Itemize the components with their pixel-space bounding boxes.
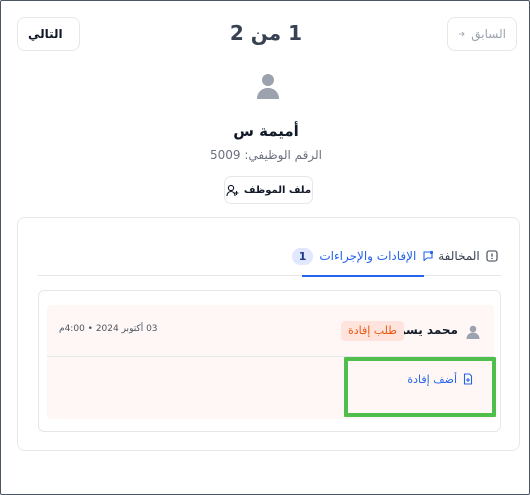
tab-violation-label: المخالفة bbox=[438, 249, 480, 263]
app-window: التالي 1 من 2 السابق أميمة س الرقم الوظي… bbox=[0, 0, 530, 495]
tab-actions-count: 1 bbox=[291, 247, 314, 265]
tab-bar: الإفادات والإجراءات 1 المخالفة bbox=[38, 236, 501, 277]
action-entry-header: محمد يسري طلب إفادة 03 أكتوبر 2024 • 4:0… bbox=[47, 305, 494, 357]
user-icon bbox=[257, 74, 279, 99]
alert-square-icon bbox=[486, 250, 498, 262]
arrow-right-icon bbox=[458, 31, 465, 37]
employee-profile-button[interactable]: ملف الموظف bbox=[224, 176, 313, 204]
chat-icon bbox=[423, 250, 434, 262]
previous-button[interactable]: السابق bbox=[447, 17, 517, 51]
tab-actions[interactable]: الإفادات والإجراءات 1 bbox=[284, 236, 442, 277]
employee-name: أميمة س bbox=[233, 122, 299, 140]
previous-label: السابق bbox=[471, 27, 506, 41]
employee-profile-label: ملف الموظف bbox=[243, 184, 312, 196]
tab-actions-label: الإفادات والإجراءات bbox=[319, 249, 417, 263]
entry-timestamp: 03 أكتوبر 2024 • 4:00م bbox=[59, 324, 158, 334]
status-badge: طلب إفادة bbox=[340, 321, 404, 341]
user-plus-icon bbox=[226, 184, 239, 196]
employee-id: الرقم الوظيفي: 5009 bbox=[210, 148, 322, 162]
user-icon bbox=[466, 325, 480, 339]
tab-violation[interactable]: المخالفة bbox=[436, 236, 500, 276]
highlight-box bbox=[344, 357, 496, 417]
